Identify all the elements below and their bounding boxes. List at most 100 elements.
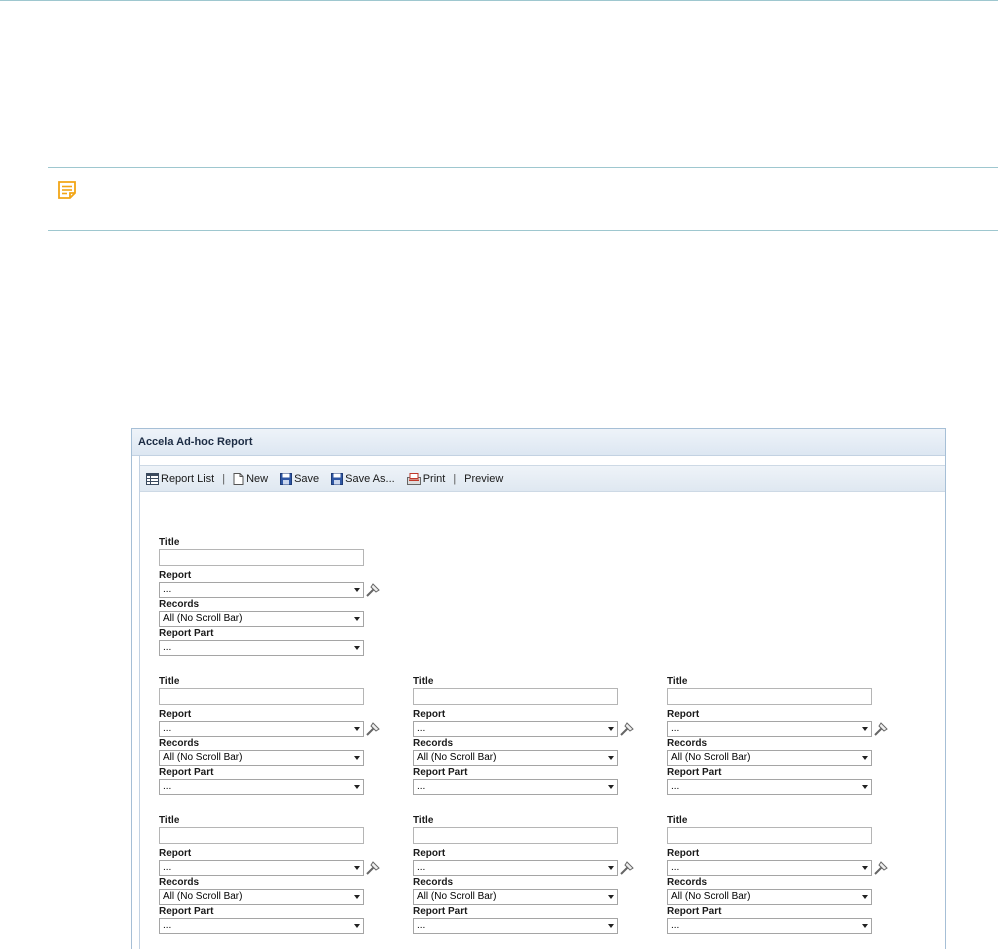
chevron-down-icon	[354, 895, 360, 899]
report-part-select[interactable]: ...	[159, 918, 364, 934]
report-part-select[interactable]: ...	[413, 779, 618, 795]
records-select-value: All (No Scroll Bar)	[163, 752, 243, 763]
report-label: Report	[413, 848, 446, 859]
chevron-down-icon	[354, 756, 360, 760]
preview-button[interactable]: Preview	[464, 473, 503, 485]
magic-wand-icon[interactable]	[619, 721, 635, 737]
new-label: New	[246, 472, 269, 485]
title-input[interactable]	[667, 827, 872, 844]
save-as-button[interactable]: Save As...	[331, 472, 395, 485]
top-rule	[0, 0, 998, 1]
title-input[interactable]	[159, 549, 364, 566]
report-label: Report	[667, 848, 700, 859]
report-part-select[interactable]: ...	[159, 779, 364, 795]
report-part-label: Report Part	[413, 767, 468, 778]
pdf-print-icon	[406, 472, 421, 485]
chevron-down-icon	[354, 924, 360, 928]
report-part-group: Title Report ... Records All (No Scroll …	[413, 675, 643, 795]
report-part-label: Report Part	[159, 767, 214, 778]
report-part-label: Report Part	[159, 906, 214, 917]
print-button[interactable]: Print	[406, 472, 446, 485]
chevron-down-icon	[862, 785, 868, 789]
report-part-group: Title Report ... Records All (No Scroll …	[159, 675, 389, 795]
chevron-down-icon	[862, 866, 868, 870]
report-select[interactable]: ...	[159, 721, 364, 737]
records-select[interactable]: All (No Scroll Bar)	[159, 750, 364, 766]
title-input[interactable]	[413, 688, 618, 705]
chevron-down-icon	[608, 727, 614, 731]
title-input[interactable]	[159, 827, 364, 844]
magic-wand-icon[interactable]	[619, 860, 635, 876]
records-select[interactable]: All (No Scroll Bar)	[159, 611, 364, 627]
report-part-select-value: ...	[671, 781, 680, 792]
report-select[interactable]: ...	[413, 721, 618, 737]
report-select-value: ...	[417, 723, 426, 734]
report-select[interactable]: ...	[667, 721, 872, 737]
chevron-down-icon	[354, 785, 360, 789]
magic-wand-icon[interactable]	[873, 721, 889, 737]
title-input[interactable]	[159, 688, 364, 705]
report-part-label: Report Part	[667, 906, 722, 917]
records-label: Records	[667, 738, 708, 749]
report-select-value: ...	[671, 723, 680, 734]
toolbar: Report List | New Save Save As... Print …	[140, 465, 945, 492]
report-part-select[interactable]: ...	[667, 779, 872, 795]
records-select-value: All (No Scroll Bar)	[163, 891, 243, 902]
report-part-select[interactable]: ...	[413, 918, 618, 934]
window-title: Accela Ad-hoc Report	[132, 429, 945, 456]
report-select[interactable]: ...	[667, 860, 872, 876]
report-select[interactable]: ...	[159, 860, 364, 876]
report-part-select-value: ...	[163, 642, 172, 653]
title-input[interactable]	[667, 688, 872, 705]
table-icon	[146, 472, 159, 485]
records-select[interactable]: All (No Scroll Bar)	[159, 889, 364, 905]
report-part-select[interactable]: ...	[159, 640, 364, 656]
records-label: Records	[667, 877, 708, 888]
chevron-down-icon	[862, 756, 868, 760]
report-part-group: Title Report ... Records All (No Scroll …	[413, 814, 643, 934]
report-part-select[interactable]: ...	[667, 918, 872, 934]
report-select[interactable]: ...	[413, 860, 618, 876]
report-label: Report	[159, 848, 192, 859]
report-part-select-value: ...	[417, 781, 426, 792]
title-input[interactable]	[413, 827, 618, 844]
floppy-disk-icon	[331, 472, 344, 485]
save-as-label: Save As...	[345, 472, 395, 485]
records-select[interactable]: All (No Scroll Bar)	[667, 750, 872, 766]
report-list-button[interactable]: Report List	[146, 472, 214, 485]
title-label: Title	[413, 676, 434, 687]
title-label: Title	[413, 815, 434, 826]
records-label: Records	[159, 738, 200, 749]
chevron-down-icon	[608, 785, 614, 789]
records-select[interactable]: All (No Scroll Bar)	[413, 889, 618, 905]
report-part-select-value: ...	[417, 920, 426, 931]
chevron-down-icon	[354, 866, 360, 870]
report-label: Report	[413, 709, 446, 720]
records-select[interactable]: All (No Scroll Bar)	[413, 750, 618, 766]
note-icon	[58, 181, 76, 199]
magic-wand-icon[interactable]	[365, 860, 381, 876]
chevron-down-icon	[608, 756, 614, 760]
records-select[interactable]: All (No Scroll Bar)	[667, 889, 872, 905]
records-select-value: All (No Scroll Bar)	[417, 752, 497, 763]
chevron-down-icon	[862, 924, 868, 928]
report-part-label: Report Part	[667, 767, 722, 778]
report-window: Accela Ad-hoc Report Report List | New S…	[131, 428, 946, 949]
magic-wand-icon[interactable]	[873, 860, 889, 876]
magic-wand-icon[interactable]	[365, 582, 381, 598]
chevron-down-icon	[354, 617, 360, 621]
toolbar-separator: |	[222, 472, 226, 485]
save-button[interactable]: Save	[280, 472, 319, 485]
report-part-select-value: ...	[671, 920, 680, 931]
report-select[interactable]: ...	[159, 582, 364, 598]
report-label: Report	[159, 709, 192, 720]
report-label: Report	[667, 709, 700, 720]
report-part-label: Report Part	[159, 628, 214, 639]
magic-wand-icon[interactable]	[365, 721, 381, 737]
chevron-down-icon	[608, 895, 614, 899]
title-label: Title	[159, 676, 180, 687]
report-part-group: Title Report ... Records All (No Scroll …	[159, 814, 389, 934]
print-label: Print	[422, 472, 446, 485]
chevron-down-icon	[354, 646, 360, 650]
new-button[interactable]: New	[233, 472, 269, 485]
